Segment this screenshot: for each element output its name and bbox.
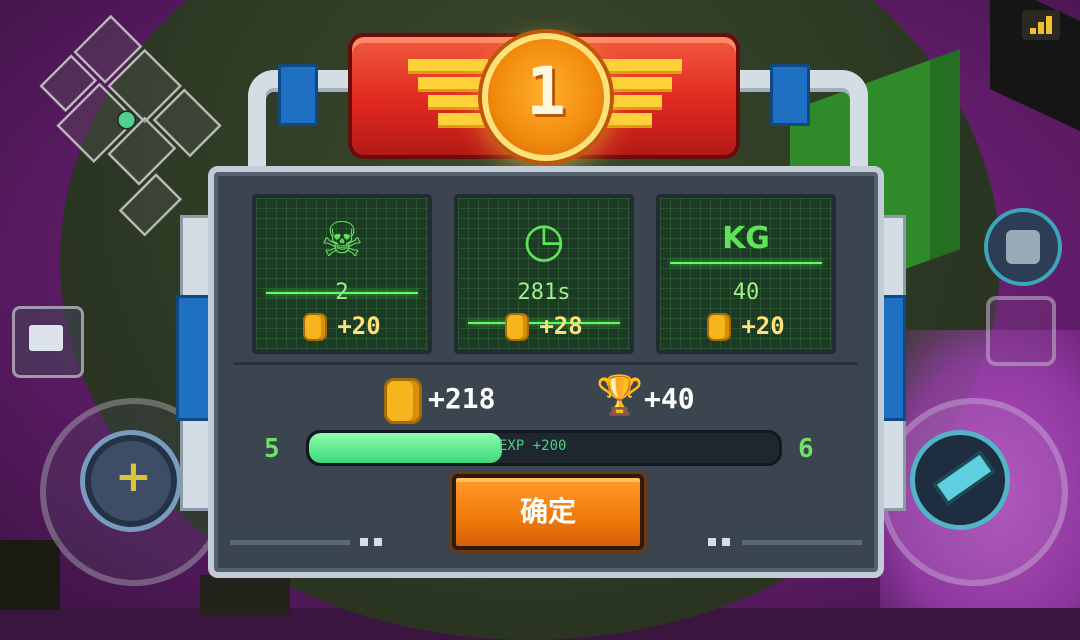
divider: [234, 362, 858, 365]
clock-icon: ◷: [523, 212, 565, 268]
character-skill-button[interactable]: [984, 208, 1062, 286]
total-trophy: +40: [644, 382, 695, 415]
pipe-cap: [770, 64, 810, 126]
decor-dot: [708, 538, 716, 546]
exp-label: EXP +200: [499, 438, 567, 454]
stat-card-time: ◷ 281s +28: [454, 194, 634, 354]
side-pipe-clamp: [176, 295, 212, 421]
decor-dot: [374, 538, 382, 546]
skull-crossbones-icon: ☠: [320, 212, 364, 268]
time-reward: +28: [458, 312, 630, 341]
plus-icon: +: [115, 451, 152, 502]
exp-progress-fill: [309, 433, 502, 463]
pipe-cap: [278, 64, 318, 126]
wing-right-icon: [602, 59, 692, 135]
stat-card-kills: ☠ 2 +20: [252, 194, 432, 354]
weight-reward: +20: [660, 312, 832, 341]
signal-strength-icon: [1022, 10, 1060, 40]
next-level: 6: [798, 434, 814, 464]
rank-medal: 1: [482, 33, 610, 161]
coin-icon: [505, 313, 530, 341]
scan-line: [670, 262, 822, 264]
weapon-button[interactable]: [910, 430, 1010, 530]
coin-icon: [384, 378, 422, 424]
kills-value: 2: [335, 280, 349, 305]
time-value: 281s: [517, 280, 571, 305]
confirm-button[interactable]: 确定: [452, 474, 644, 550]
move-joystick-knob[interactable]: +: [80, 430, 182, 532]
trophy-icon: 🏆: [596, 373, 644, 417]
decor-strip: [742, 540, 862, 545]
total-gold: +218: [428, 382, 496, 415]
wing-left-icon: [398, 59, 488, 135]
chat-button[interactable]: [12, 306, 84, 378]
results-panel: ☠ 2 +20 ◷ 281s +28 KG 40 +20 +218 🏆 +40 …: [208, 166, 884, 578]
rank-number: 1: [526, 53, 566, 130]
decor-dot: [722, 538, 730, 546]
coin-icon: [303, 313, 328, 341]
exp-progress-bar: EXP +200: [306, 430, 782, 466]
weight-value: 40: [732, 280, 760, 305]
kg-weight-icon: KG: [722, 221, 770, 256]
empty-slot-button[interactable]: [986, 296, 1056, 366]
dark-block: [200, 575, 290, 615]
kills-reward: +20: [256, 312, 428, 341]
coin-icon: [707, 313, 732, 341]
dark-block: [0, 540, 60, 610]
decor-strip: [230, 540, 350, 545]
decor-dot: [360, 538, 368, 546]
stat-card-weight: KG 40 +20: [656, 194, 836, 354]
current-level: 5: [264, 434, 280, 464]
